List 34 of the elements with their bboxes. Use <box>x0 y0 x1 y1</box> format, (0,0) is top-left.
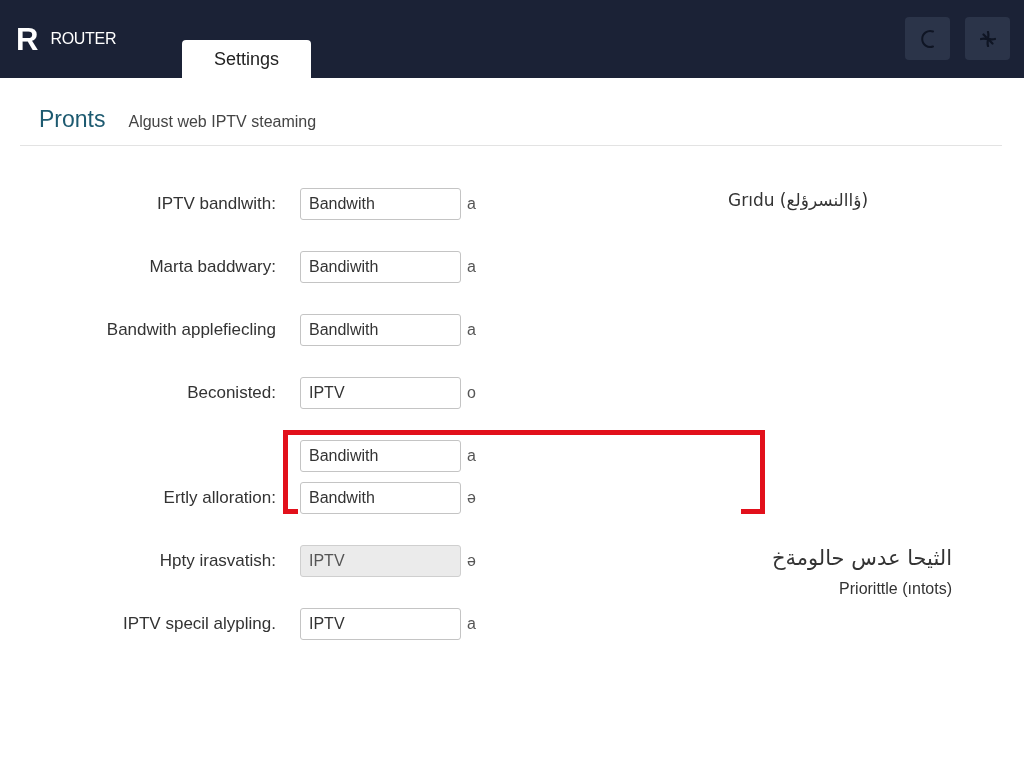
unit-label: a <box>467 447 476 465</box>
field-label: IPTV bandlwith: <box>155 193 276 215</box>
field-label: Marta baddwary: <box>148 256 276 278</box>
unit-label: a <box>467 195 476 213</box>
text-field[interactable]: Bandiwith <box>300 440 461 472</box>
text-field[interactable]: Bandiwith <box>300 251 461 283</box>
text-field[interactable]: Bandlwith <box>300 314 461 346</box>
callout-title: الثيحا عدس حالومةخ <box>771 546 952 570</box>
note-text: Grıdu (ؤاالنسرؤلع) <box>728 190 870 210</box>
unit-label: a <box>467 321 476 339</box>
field-label: IPTV specil alypling. <box>121 613 276 635</box>
unit-label: o <box>467 384 476 402</box>
unit-label: a <box>467 258 476 276</box>
page-title: Pronts <box>39 106 106 132</box>
nav-tab[interactable]: Settings <box>182 40 311 78</box>
field-label: Bandwith applefiecling <box>105 319 276 341</box>
logo-text: R <box>16 23 39 55</box>
text-field[interactable]: IPTV <box>300 377 461 409</box>
page-subtitle: Algust web IPTV steaming <box>128 113 317 131</box>
text-field[interactable]: Bandwith <box>300 482 461 514</box>
toolbar-button[interactable] <box>965 17 1010 60</box>
crescent-icon <box>920 28 935 49</box>
unit-label: a <box>467 615 476 633</box>
field-label: Beconisted: <box>186 382 276 404</box>
field-label: Hpty irasvatish: <box>158 550 276 572</box>
unit-label: ə <box>467 552 476 570</box>
text-field[interactable]: IPTV <box>300 608 461 640</box>
brand-name: ROUTER <box>50 30 117 48</box>
text-field[interactable]: Bandwith <box>300 188 461 220</box>
callout-caption: Priorittle (ıntots) <box>839 580 952 598</box>
unit-label: ə <box>467 489 476 507</box>
asterisk-icon <box>979 30 996 47</box>
field-label: Ertly alloration: <box>162 487 276 509</box>
toolbar-button[interactable] <box>905 17 950 60</box>
